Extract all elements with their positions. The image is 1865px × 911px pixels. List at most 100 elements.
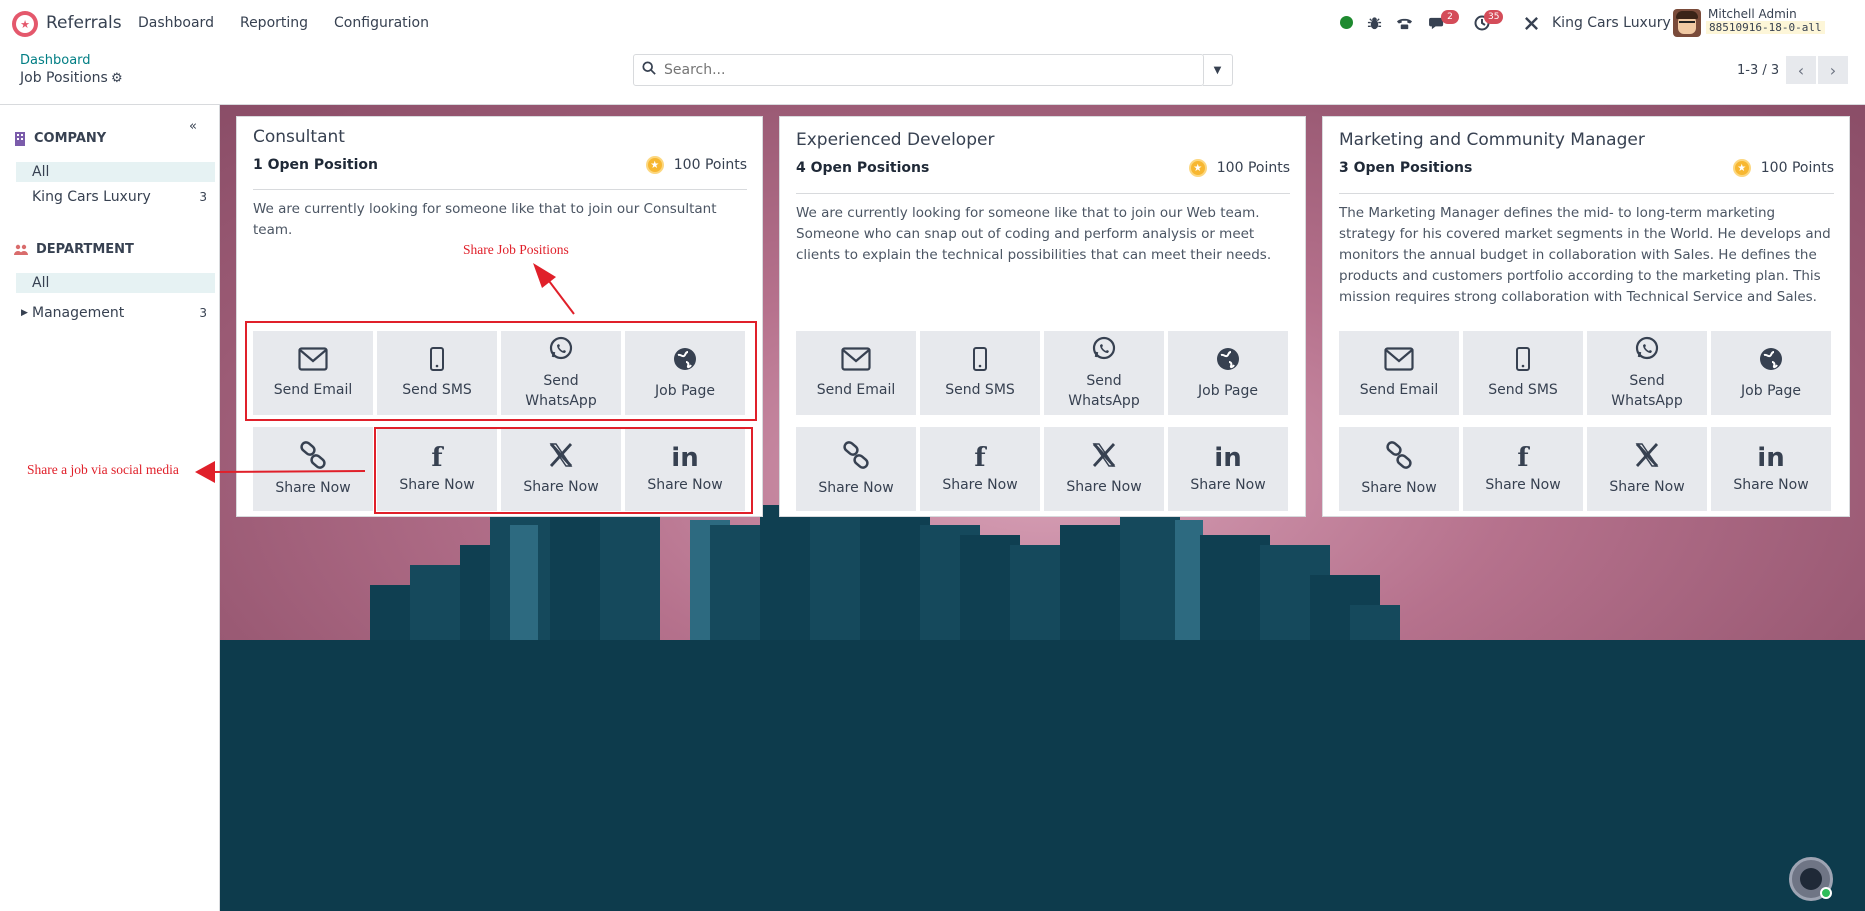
caret-right-icon[interactable]: ▶ [21, 303, 28, 323]
send-email-button-marketing-community-manager[interactable]: Send Email [1339, 331, 1459, 415]
pager-next-button[interactable]: › [1818, 56, 1848, 84]
link-icon [1385, 440, 1413, 476]
company-filter-count: 3 [199, 190, 207, 204]
email-icon [1384, 346, 1414, 378]
whatsapp-icon [1634, 336, 1660, 369]
company-filter-label: All [32, 164, 50, 180]
chat-assistant-button[interactable] [1789, 857, 1833, 901]
facebook-icon: f [1517, 443, 1529, 473]
email-icon [841, 346, 871, 378]
send-email-button-experienced-developer[interactable]: Send Email [796, 331, 916, 415]
breadcrumb-dashboard-link[interactable]: Dashboard [20, 53, 91, 68]
referrals-app-icon[interactable]: ★ [12, 11, 38, 37]
phone-icon[interactable] [1394, 13, 1414, 33]
linkedin-icon: in [1214, 443, 1242, 473]
department-filter-label: All [32, 275, 50, 291]
sms-icon [972, 346, 988, 378]
sms-icon [1515, 346, 1531, 378]
divider [796, 193, 1290, 194]
points-value: 100 Points [673, 157, 747, 173]
search-options-toggle[interactable]: ▼ [1203, 54, 1233, 86]
share-facebook-button-experienced-developer[interactable]: f Share Now [920, 427, 1040, 511]
x-icon [1091, 442, 1117, 475]
send-sms-button-experienced-developer[interactable]: Send SMS [920, 331, 1040, 415]
activities-count-badge: 35 [1484, 10, 1504, 24]
job-title[interactable]: Consultant [253, 127, 345, 147]
company-filter-heading: COMPANY [14, 131, 106, 146]
share-action-label: Job Page [1198, 382, 1258, 399]
pager-previous-button[interactable]: ‹ [1786, 56, 1816, 84]
linkedin-icon: in [1757, 443, 1785, 473]
annotation-share-box [245, 321, 757, 421]
job-title[interactable]: Experienced Developer [796, 130, 994, 150]
open-positions: 4 Open Positions [796, 160, 930, 176]
company-switcher[interactable]: King Cars Luxury [1552, 15, 1671, 31]
company-filter-king-cars-luxury[interactable]: King Cars Luxury 3 [16, 187, 215, 207]
share-action-label: Send Email [816, 381, 896, 398]
main-navbar: ★ Referrals Dashboard Reporting Configur… [0, 0, 1865, 47]
share-action-label: Share Now [1609, 478, 1685, 495]
app-name[interactable]: Referrals [46, 13, 122, 33]
user-avatar[interactable] [1673, 9, 1701, 37]
share-action-label: Share Now [1733, 477, 1809, 493]
points-value: 100 Points [1216, 160, 1290, 176]
nav-item-reporting[interactable]: Reporting [240, 15, 308, 31]
department-filter-management[interactable]: ▶ Management 3 [16, 303, 215, 323]
department-filter-heading: DEPARTMENT [14, 242, 134, 257]
points-badge: ★ 100 Points [1732, 159, 1834, 177]
department-filter-label: Management [32, 305, 125, 321]
status-online-icon[interactable] [1340, 16, 1353, 29]
nav-item-dashboard[interactable]: Dashboard [138, 15, 214, 31]
share-link-button-marketing-community-manager[interactable]: Share Now [1339, 427, 1459, 511]
company-filter-all[interactable]: All [16, 162, 215, 182]
background-ground [220, 640, 1865, 911]
link-icon [299, 440, 327, 476]
search-panel-sidebar: « COMPANY All King Cars Luxury 3 DEPARTM… [0, 105, 220, 911]
share-action-label: Send SMS [1488, 381, 1558, 398]
department-filter-count: 3 [199, 306, 207, 320]
search-icon [634, 61, 664, 79]
share-link-button-experienced-developer[interactable]: Share Now [796, 427, 916, 511]
share-action-label: Share Now [1066, 478, 1142, 495]
job-page-button-experienced-developer[interactable]: Job Page [1168, 331, 1288, 415]
department-heading-label: DEPARTMENT [36, 242, 134, 257]
share-action-label: Share Now [275, 479, 351, 496]
x-icon [1634, 442, 1660, 475]
collapse-sidebar-icon[interactable]: « [189, 119, 197, 134]
send-whatsapp-button-experienced-developer[interactable]: Send WhatsApp [1044, 331, 1164, 415]
link-icon [842, 440, 870, 476]
job-page-button-marketing-community-manager[interactable]: Job Page [1711, 331, 1831, 415]
share-link-button-consultant[interactable]: Share Now [253, 427, 373, 511]
whatsapp-icon [1091, 336, 1117, 369]
settings-tools-icon[interactable] [1521, 13, 1541, 33]
share-linkedin-button-experienced-developer[interactable]: in Share Now [1168, 427, 1288, 511]
messages-count-badge: 2 [1441, 10, 1459, 24]
share-action-label: Share Now [818, 479, 894, 496]
department-filter-all[interactable]: All [16, 273, 215, 293]
share-facebook-button-marketing-community-manager[interactable]: f Share Now [1463, 427, 1583, 511]
nav-menu: Dashboard Reporting Configuration [138, 15, 429, 31]
search-bar [633, 54, 1204, 86]
share-x-button-experienced-developer[interactable]: Share Now [1044, 427, 1164, 511]
search-input[interactable] [664, 62, 1164, 78]
send-whatsapp-button-marketing-community-manager[interactable]: Send WhatsApp [1587, 331, 1707, 415]
user-name[interactable]: Mitchell Admin [1708, 7, 1797, 21]
gear-icon[interactable]: ⚙ [111, 71, 123, 86]
star-icon: ★ [645, 156, 664, 174]
bug-icon[interactable] [1364, 13, 1384, 33]
job-description: We are currently looking for someone lik… [796, 205, 1272, 263]
share-action-label: Share Now [942, 477, 1018, 493]
nav-item-configuration[interactable]: Configuration [334, 15, 429, 31]
share-action-label: Share Now [1485, 477, 1561, 493]
open-positions: 1 Open Position [253, 157, 378, 173]
divider [1339, 193, 1834, 194]
share-x-button-marketing-community-manager[interactable]: Share Now [1587, 427, 1707, 511]
database-name: 88510916-18-0-all [1706, 21, 1825, 34]
annotation-social-box [374, 427, 753, 514]
pager-value[interactable]: 1-3 / 3 [1737, 63, 1779, 78]
share-action-label: Job Page [1741, 382, 1801, 399]
share-linkedin-button-marketing-community-manager[interactable]: in Share Now [1711, 427, 1831, 511]
send-sms-button-marketing-community-manager[interactable]: Send SMS [1463, 331, 1583, 415]
job-title[interactable]: Marketing and Community Manager [1339, 130, 1645, 150]
company-filter-label: King Cars Luxury [32, 189, 151, 205]
